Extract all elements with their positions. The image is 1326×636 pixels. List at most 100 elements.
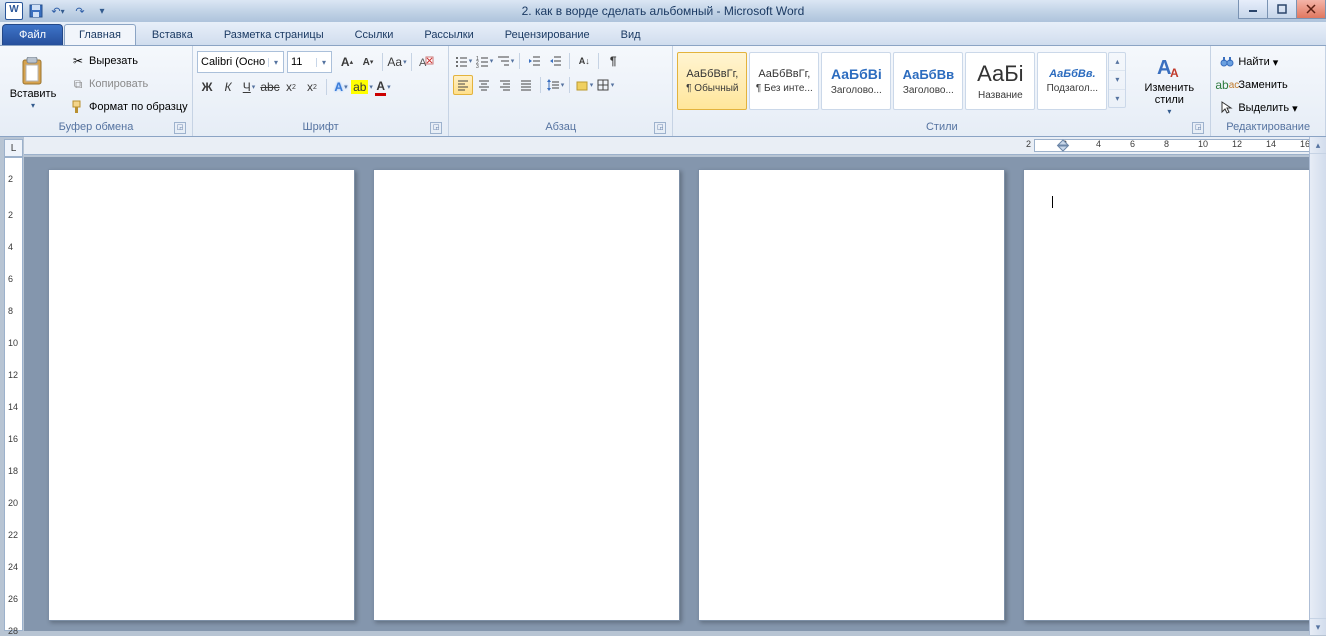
paste-label: Вставить	[10, 88, 57, 100]
copy-icon: ⧉	[70, 76, 86, 92]
arrow-up-icon[interactable]: ▴	[1310, 137, 1326, 154]
italic-button[interactable]: К	[218, 77, 238, 97]
group-paragraph: ▾ 123▾ ▾ А↓ ¶ ▾ ▾ ▾	[449, 46, 673, 136]
group-paragraph-label: Абзац	[545, 121, 576, 133]
chevron-down-icon[interactable]: ▾	[268, 58, 283, 67]
replace-button[interactable]: abacЗаменить	[1215, 74, 1291, 96]
clear-formatting-button[interactable]: A	[416, 52, 436, 72]
dialog-launcher-icon[interactable]: ◲	[654, 122, 666, 134]
group-styles-label: Стили	[926, 121, 958, 133]
title-bar: W ↶▾ ↷ ▾ 2. как в ворде сделать альбомны…	[0, 0, 1326, 22]
change-styles-button[interactable]: AA Изменить стили▾	[1132, 52, 1206, 120]
select-button[interactable]: Выделить▾	[1215, 97, 1301, 119]
align-center-button[interactable]	[474, 75, 494, 95]
qat-customize-icon[interactable]: ▾	[92, 1, 112, 21]
quick-access-toolbar: W ↶▾ ↷ ▾	[0, 1, 116, 21]
chevron-down-icon: ▾	[1292, 102, 1298, 115]
page-1[interactable]	[48, 169, 355, 621]
align-right-button[interactable]	[495, 75, 515, 95]
superscript-button[interactable]: x2	[302, 77, 322, 97]
svg-text:A: A	[1170, 66, 1179, 80]
arrow-down-icon[interactable]: ▾	[1310, 618, 1326, 635]
borders-button[interactable]: ▾	[595, 75, 615, 95]
arrow-down-icon: ▾	[1109, 71, 1125, 89]
font-color-button[interactable]: A▾	[373, 77, 393, 97]
show-marks-button[interactable]: ¶	[603, 51, 623, 71]
group-font: ▾ ▾ A▴ A▾ Aa▾ A Ж К Ч▾ abc x2 x2 A▾	[193, 46, 449, 136]
tab-home[interactable]: Главная	[64, 24, 136, 45]
group-font-label: Шрифт	[303, 121, 339, 133]
tab-file[interactable]: Файл	[2, 24, 63, 45]
page-2[interactable]	[373, 169, 680, 621]
font-size-combo[interactable]: ▾	[287, 51, 332, 73]
style-5[interactable]: АаБбВв.Подзагол...	[1037, 52, 1107, 110]
group-editing-label: Редактирование	[1226, 121, 1310, 133]
dialog-launcher-icon[interactable]: ◲	[430, 122, 442, 134]
app-icon[interactable]: W	[4, 1, 24, 21]
text-cursor	[1052, 196, 1053, 208]
undo-icon[interactable]: ↶▾	[48, 1, 68, 21]
subscript-button[interactable]: x2	[281, 77, 301, 97]
copy-button[interactable]: ⧉Копировать	[66, 73, 192, 95]
maximize-button[interactable]	[1267, 0, 1297, 19]
vertical-scrollbar[interactable]: ▴ ▾	[1309, 137, 1326, 635]
change-case-button[interactable]: Aa▾	[387, 52, 407, 72]
dialog-launcher-icon[interactable]: ◲	[174, 122, 186, 134]
bold-button[interactable]: Ж	[197, 77, 217, 97]
paste-button[interactable]: Вставить ▾	[4, 48, 62, 120]
line-spacing-button[interactable]: ▾	[545, 75, 565, 95]
tab-review[interactable]: Рецензирование	[490, 24, 605, 45]
page-3[interactable]	[698, 169, 1005, 621]
vertical-ruler[interactable]: 2246810121416182022242628	[4, 157, 23, 631]
tab-selector-box[interactable]: L	[4, 139, 23, 157]
style-1[interactable]: АаБбВвГг,¶ Без инте...	[749, 52, 819, 110]
cut-button[interactable]: ✂Вырезать	[66, 50, 192, 72]
shading-button[interactable]: ▾	[574, 75, 594, 95]
multilevel-button[interactable]: ▾	[495, 51, 515, 71]
redo-icon[interactable]: ↷	[70, 1, 90, 21]
tab-view[interactable]: Вид	[606, 24, 656, 45]
horizontal-ruler[interactable]: 224681012141618	[24, 137, 1326, 155]
dialog-launcher-icon[interactable]: ◲	[1192, 122, 1204, 134]
strikethrough-button[interactable]: abc	[260, 77, 280, 97]
sort-button[interactable]: А↓	[574, 51, 594, 71]
tab-insert[interactable]: Вставка	[137, 24, 208, 45]
style-4[interactable]: АаБіНазвание	[965, 52, 1035, 110]
style-3[interactable]: АаБбВвЗаголово...	[893, 52, 963, 110]
shrink-font-button[interactable]: A▾	[358, 52, 378, 72]
font-name-combo[interactable]: ▾	[197, 51, 284, 73]
style-0[interactable]: АаБбВвГг,¶ Обычный	[677, 52, 747, 110]
find-button[interactable]: Найти▾	[1215, 51, 1282, 73]
brush-icon	[70, 99, 86, 115]
page-4[interactable]	[1023, 169, 1310, 621]
text-effects-button[interactable]: A▾	[331, 77, 351, 97]
expand-icon: ▾	[1109, 90, 1125, 107]
styles-more-button[interactable]: ▴ ▾ ▾	[1108, 52, 1126, 108]
styles-gallery: АаБбВвГг,¶ ОбычныйАаБбВвГг,¶ Без инте...…	[677, 52, 1108, 110]
indent-marker-icon[interactable]	[1056, 137, 1070, 154]
tab-mailings[interactable]: Рассылки	[409, 24, 488, 45]
highlight-button[interactable]: ab▾	[352, 77, 372, 97]
ribbon-tabs: Файл Главная Вставка Разметка страницы С…	[0, 22, 1326, 46]
underline-button[interactable]: Ч▾	[239, 77, 259, 97]
format-painter-button[interactable]: Формат по образцу	[66, 96, 192, 118]
style-2[interactable]: АаБбВіЗаголово...	[821, 52, 891, 110]
chevron-down-icon: ▾	[1273, 56, 1279, 69]
grow-font-button[interactable]: A▴	[337, 52, 357, 72]
tab-layout[interactable]: Разметка страницы	[209, 24, 339, 45]
document-area[interactable]	[24, 157, 1310, 631]
bullets-button[interactable]: ▾	[453, 51, 473, 71]
chevron-down-icon[interactable]: ▾	[316, 58, 331, 67]
font-size-input[interactable]	[288, 56, 316, 68]
tab-references[interactable]: Ссылки	[340, 24, 409, 45]
minimize-button[interactable]	[1238, 0, 1268, 19]
decrease-indent-button[interactable]	[524, 51, 544, 71]
font-name-input[interactable]	[198, 56, 268, 68]
justify-button[interactable]	[516, 75, 536, 95]
close-button[interactable]	[1296, 0, 1326, 19]
align-left-button[interactable]	[453, 75, 473, 95]
binoculars-icon	[1219, 54, 1235, 70]
numbering-button[interactable]: 123▾	[474, 51, 494, 71]
save-icon[interactable]	[26, 1, 46, 21]
increase-indent-button[interactable]	[545, 51, 565, 71]
